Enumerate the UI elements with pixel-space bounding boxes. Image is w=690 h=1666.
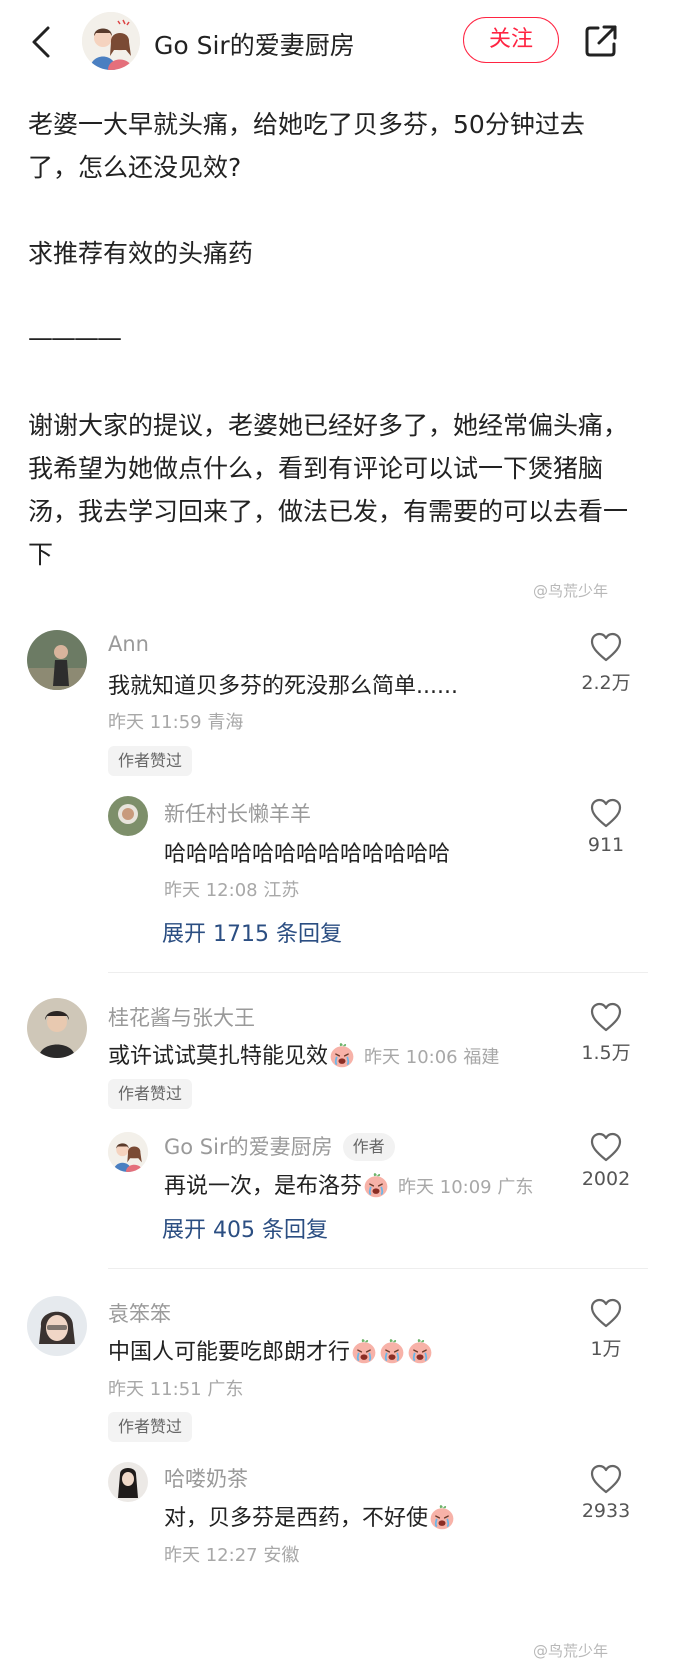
commenter-name[interactable]: 袁笨笨 <box>108 1298 171 1328</box>
comment-text[interactable]: 我就知道贝多芬的死没那么简单...... <box>108 668 458 700</box>
comment-meta: 昨天 11:59 青海 <box>108 712 244 733</box>
reply-avatar[interactable] <box>108 796 148 836</box>
reply-meta: 昨天 12:27 安徽 <box>164 1545 300 1566</box>
crying-emoji-icon <box>362 1171 390 1199</box>
reply-text-content: 再说一次，是布洛芬 <box>164 1174 363 1199</box>
like-button[interactable]: 2933 <box>576 1464 636 1522</box>
like-count: 2002 <box>581 1168 631 1190</box>
commenter-name[interactable]: Ann <box>108 632 149 656</box>
crying-emoji-icon <box>378 1337 406 1365</box>
commenter-avatar[interactable] <box>27 630 87 690</box>
comment-text[interactable]: 中国人可能要吃郎朗才行 <box>108 1334 434 1366</box>
crying-emoji-icon <box>428 1503 456 1531</box>
reply-author-name[interactable]: 新任村长懒羊羊 <box>164 798 311 828</box>
reply-meta: 昨天 10:09 广东 <box>398 1177 534 1198</box>
reply-avatar[interactable] <box>108 1462 148 1502</box>
reply-author-name-row[interactable]: Go Sir的爱妻厨房 作者 <box>164 1131 395 1161</box>
like-button[interactable]: 2002 <box>576 1132 636 1190</box>
commenter-avatar[interactable] <box>27 998 87 1058</box>
author-name[interactable]: Go Sir的爱妻厨房 <box>154 26 355 62</box>
post-paragraph-3: 谢谢大家的提议，老婆她已经好多了，她经常偏头痛，我希望为她做点什么，看到有评论可… <box>28 411 629 569</box>
heart-icon <box>590 1464 622 1494</box>
reply-text[interactable]: 哈哈哈哈哈哈哈哈哈哈哈哈哈 <box>164 836 450 868</box>
comment-text-content: 或许试试莫扎特能见效 <box>108 1044 329 1069</box>
comment-meta: 昨天 10:06 福建 <box>364 1047 500 1068</box>
heart-icon <box>590 1132 622 1162</box>
crying-emoji-icon <box>406 1337 434 1365</box>
like-button[interactable]: 1万 <box>576 1298 636 1361</box>
like-count: 1万 <box>590 1338 622 1360</box>
comment-divider <box>108 1268 648 1269</box>
like-count: 1.5万 <box>581 1042 631 1064</box>
like-button[interactable]: 1.5万 <box>576 1002 636 1065</box>
reply-text[interactable]: 对，贝多芬是西药，不好使 <box>164 1500 456 1532</box>
reply-author-name[interactable]: 哈喽奶茶 <box>164 1463 248 1493</box>
top-bar: Go Sir的爱妻厨房 关注 <box>0 0 690 84</box>
commenter-avatar[interactable] <box>27 1296 87 1356</box>
like-button[interactable]: 2.2万 <box>576 632 636 695</box>
back-arrow-icon[interactable] <box>24 22 60 62</box>
follow-button[interactable]: 关注 <box>463 17 559 63</box>
heart-icon <box>590 1298 622 1328</box>
reply-meta: 昨天 12:08 江苏 <box>164 880 300 901</box>
author-liked-tag: 作者赞过 <box>108 1079 193 1109</box>
watermark: @鸟荒少年 <box>533 582 609 600</box>
reply-avatar[interactable] <box>108 1132 148 1172</box>
crying-emoji-icon <box>328 1041 356 1069</box>
heart-icon <box>590 1002 622 1032</box>
author-avatar[interactable] <box>82 12 140 70</box>
heart-icon <box>590 798 622 828</box>
comment-text[interactable]: 或许试试莫扎特能见效 昨天 10:06 福建 <box>108 1038 499 1070</box>
comment-text-content: 中国人可能要吃郎朗才行 <box>108 1340 351 1365</box>
watermark: @鸟荒少年 <box>533 1642 609 1660</box>
author-liked-tag: 作者赞过 <box>108 1412 193 1442</box>
reply-author-name[interactable]: Go Sir的爱妻厨房 <box>164 1135 333 1159</box>
author-badge: 作者 <box>342 1133 395 1161</box>
share-icon[interactable] <box>582 22 620 60</box>
reply-text-content: 对，贝多芬是西药，不好使 <box>164 1506 429 1531</box>
like-count: 2.2万 <box>581 672 631 694</box>
crying-emoji-icon <box>350 1337 378 1365</box>
author-liked-tag: 作者赞过 <box>108 746 193 776</box>
like-count: 911 <box>587 834 625 856</box>
comment-meta: 昨天 11:51 广东 <box>108 1379 244 1400</box>
post-divider: ———— <box>28 323 122 352</box>
post-paragraph-1: 老婆一大早就头痛，给她吃了贝多芬，50分钟过去了，怎么还没见效? <box>28 110 585 182</box>
like-button[interactable]: 911 <box>576 798 636 856</box>
post-paragraph-2: 求推荐有效的头痛药 <box>28 239 254 268</box>
reply-text[interactable]: 再说一次，是布洛芬 昨天 10:09 广东 <box>164 1168 533 1200</box>
commenter-name[interactable]: 桂花酱与张大王 <box>108 1002 255 1032</box>
expand-replies-link[interactable]: 展开 1715 条回复 <box>162 916 342 948</box>
like-count: 2933 <box>581 1500 631 1522</box>
heart-icon <box>590 632 622 662</box>
comment-divider <box>108 972 648 973</box>
expand-replies-link[interactable]: 展开 405 条回复 <box>162 1212 328 1244</box>
